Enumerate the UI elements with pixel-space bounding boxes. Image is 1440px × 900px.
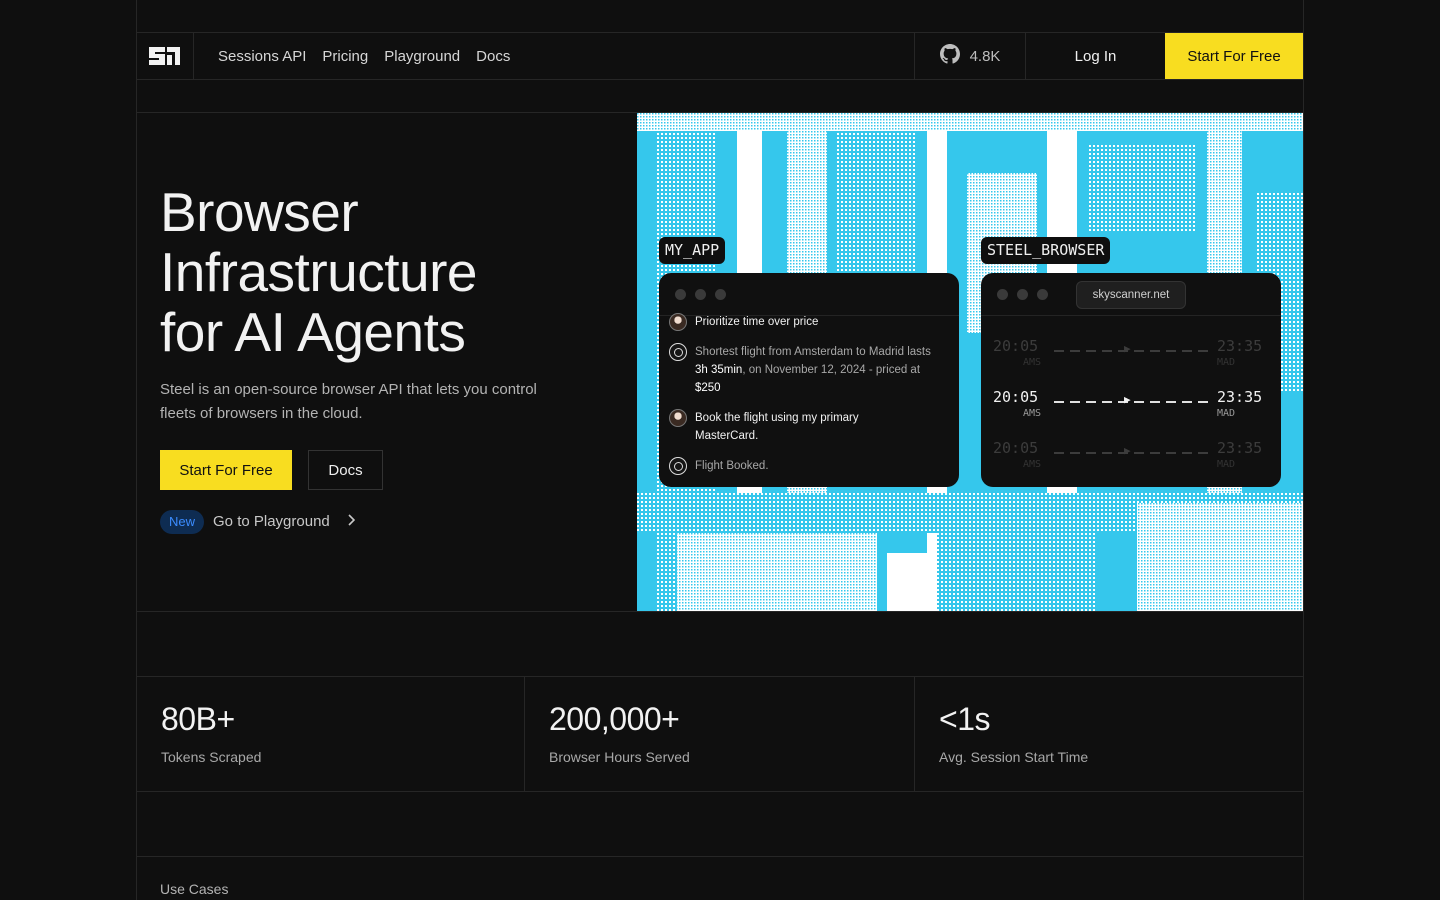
departure-airport: AMS bbox=[1023, 408, 1042, 419]
window-titlebar: skyscanner.net bbox=[981, 273, 1281, 316]
nav-links: Sessions API Pricing Playground Docs bbox=[194, 33, 914, 79]
flight-path-line bbox=[1054, 452, 1210, 454]
divider bbox=[136, 611, 1304, 612]
divider bbox=[136, 856, 1304, 857]
url-bar[interactable]: skyscanner.net bbox=[1076, 281, 1186, 309]
steel-browser-window: skyscanner.net 20:05 AMS ▶ 23:35 MAD 20:… bbox=[981, 273, 1281, 487]
my-app-tag: MY_APP bbox=[659, 237, 726, 264]
stat-label: Avg. Session Start Time bbox=[939, 749, 1089, 765]
window-dot bbox=[675, 289, 686, 300]
departure-time: 20:05 bbox=[993, 337, 1039, 355]
window-dot bbox=[997, 289, 1008, 300]
stat-label: Tokens Scraped bbox=[161, 749, 262, 765]
chat-text: Book the flight using my primary MasterC… bbox=[695, 412, 859, 442]
departure-airport: AMS bbox=[1023, 459, 1042, 470]
chat-highlight: 3h 35min bbox=[695, 364, 743, 376]
hero-title-line: Browser bbox=[160, 181, 359, 243]
chat-text: Shortest flight from Amsterdam to Madrid… bbox=[695, 343, 940, 397]
departure-airport: AMS bbox=[1023, 357, 1042, 368]
arrow-right-icon: ▶ bbox=[1124, 393, 1131, 406]
playground-link[interactable]: New Go to Playground bbox=[160, 509, 355, 534]
steel-logo-icon[interactable] bbox=[137, 33, 194, 79]
arrow-right-icon: ▶ bbox=[1124, 342, 1131, 355]
hero-title: Browser Infrastructure for AI Agents bbox=[160, 181, 478, 363]
nav-start-free-button[interactable]: Start For Free bbox=[1165, 33, 1303, 79]
nav-link-sessions-api[interactable]: Sessions API bbox=[218, 48, 306, 65]
departure-time: 20:05 bbox=[993, 439, 1039, 457]
stat-value: <1s bbox=[939, 701, 990, 737]
nav-link-pricing[interactable]: Pricing bbox=[322, 48, 368, 65]
arrival-airport: MAD bbox=[1217, 408, 1236, 419]
departure-time: 20:05 bbox=[993, 388, 1039, 406]
divider bbox=[136, 79, 1304, 80]
arrival-airport: MAD bbox=[1217, 459, 1236, 470]
stat-value: 80B+ bbox=[161, 701, 235, 737]
nav-link-docs[interactable]: Docs bbox=[476, 48, 510, 65]
window-dot bbox=[1017, 289, 1028, 300]
flight-row-selected[interactable]: 20:05 AMS ▶ 23:35 MAD bbox=[993, 388, 1267, 422]
arrival-time: 23:35 bbox=[1217, 439, 1263, 457]
chat-message-assistant: Flight Booked. bbox=[669, 457, 769, 475]
hero-title-line: Infrastructure bbox=[160, 241, 478, 303]
chat-text-part: , on November 12, 2024 - priced at bbox=[742, 364, 921, 376]
chat-text-part: Shortest flight from Amsterdam to Madrid… bbox=[695, 346, 931, 358]
chat-message-user: Book the flight using my primary MasterC… bbox=[669, 409, 905, 445]
user-avatar-icon bbox=[669, 313, 687, 331]
divider bbox=[136, 791, 1304, 792]
hero-subtitle: Steel is an open-source browser API that… bbox=[160, 381, 537, 422]
playground-link-label: Go to Playground bbox=[213, 513, 330, 530]
use-cases-section-label: Use Cases bbox=[160, 881, 229, 897]
github-icon bbox=[939, 44, 960, 68]
nav-link-playground[interactable]: Playground bbox=[384, 48, 460, 65]
stat-tokens-scraped: 80B+ Tokens Scraped bbox=[137, 677, 524, 791]
stat-browser-hours: 200,000+ Browser Hours Served bbox=[525, 677, 914, 791]
start-free-button[interactable]: Start For Free bbox=[160, 450, 292, 490]
my-app-window: Prioritize time over price Shortest flig… bbox=[659, 273, 959, 487]
stat-value: 200,000+ bbox=[549, 701, 680, 737]
stat-label: Browser Hours Served bbox=[549, 749, 690, 765]
window-dot bbox=[1037, 289, 1048, 300]
flight-row: 20:05 AMS ▶ 23:35 MAD bbox=[993, 337, 1267, 371]
chat-text: Flight Booked. bbox=[695, 460, 769, 472]
arrival-airport: MAD bbox=[1217, 357, 1236, 368]
flight-path-line bbox=[1054, 350, 1210, 352]
github-stars-button[interactable]: 4.8K bbox=[914, 33, 1026, 79]
chevron-right-icon bbox=[347, 514, 355, 529]
arrival-time: 23:35 bbox=[1217, 388, 1263, 406]
chat-text: Prioritize time over price bbox=[695, 316, 819, 328]
window-dot bbox=[715, 289, 726, 300]
openai-icon bbox=[669, 343, 687, 361]
steel-browser-tag: STEEL_BROWSER bbox=[981, 237, 1111, 264]
flight-path-line bbox=[1054, 401, 1210, 403]
chat-message-assistant: Shortest flight from Amsterdam to Madrid… bbox=[669, 343, 940, 397]
flight-row: 20:05 AMS ▶ 23:35 MAD bbox=[993, 439, 1267, 473]
github-star-count: 4.8K bbox=[969, 47, 1001, 65]
arrow-right-icon: ▶ bbox=[1124, 444, 1131, 457]
openai-icon bbox=[669, 457, 687, 475]
new-badge: New bbox=[160, 509, 205, 534]
top-nav: Sessions API Pricing Playground Docs 4.8… bbox=[137, 33, 1303, 79]
docs-button[interactable]: Docs bbox=[308, 450, 383, 490]
chat-highlight: $250 bbox=[695, 382, 721, 394]
user-avatar-icon bbox=[669, 409, 687, 427]
window-titlebar bbox=[659, 273, 959, 316]
login-button[interactable]: Log In bbox=[1026, 33, 1165, 79]
stat-session-start: <1s Avg. Session Start Time bbox=[915, 677, 1303, 791]
window-dot bbox=[695, 289, 706, 300]
hero-title-line: for AI Agents bbox=[160, 301, 466, 363]
arrival-time: 23:35 bbox=[1217, 337, 1263, 355]
hero-illustration: MY_APP STEEL_BROWSER Prioritize time ove… bbox=[637, 113, 1303, 611]
chat-message-user: Prioritize time over price bbox=[669, 313, 818, 331]
